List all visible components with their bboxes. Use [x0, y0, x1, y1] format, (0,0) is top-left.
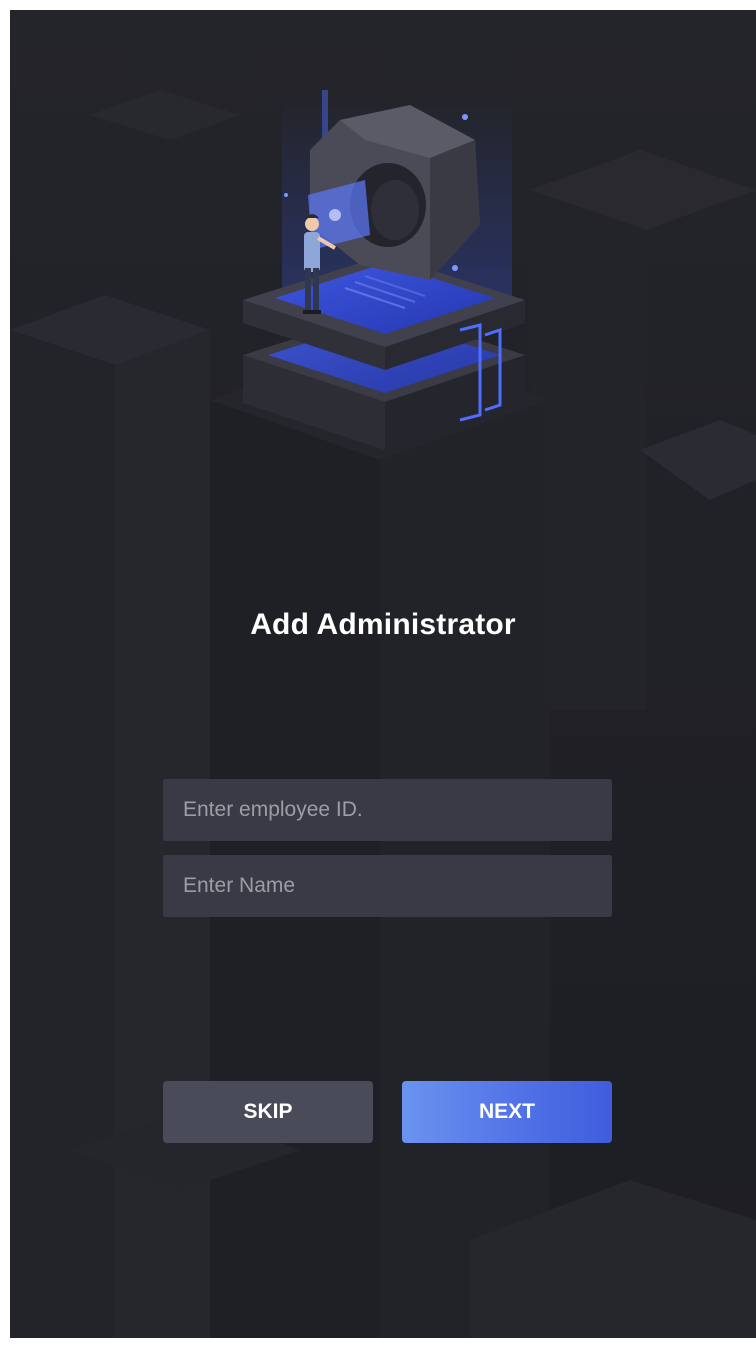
name-field[interactable]	[163, 855, 612, 917]
next-button[interactable]: NEXT	[402, 1081, 612, 1143]
employee-id-input[interactable]	[183, 798, 592, 822]
admin-setup-illustration	[243, 90, 525, 450]
skip-button-label: SKIP	[243, 1100, 293, 1123]
add-administrator-screen: Add Administrator SKIP NEXT	[10, 10, 756, 1338]
next-button-label: NEXT	[478, 1100, 535, 1123]
name-input[interactable]	[183, 874, 592, 898]
page-title: Add Administrator	[250, 608, 516, 641]
skip-button[interactable]: SKIP	[163, 1081, 373, 1143]
employee-id-field[interactable]	[163, 779, 612, 841]
